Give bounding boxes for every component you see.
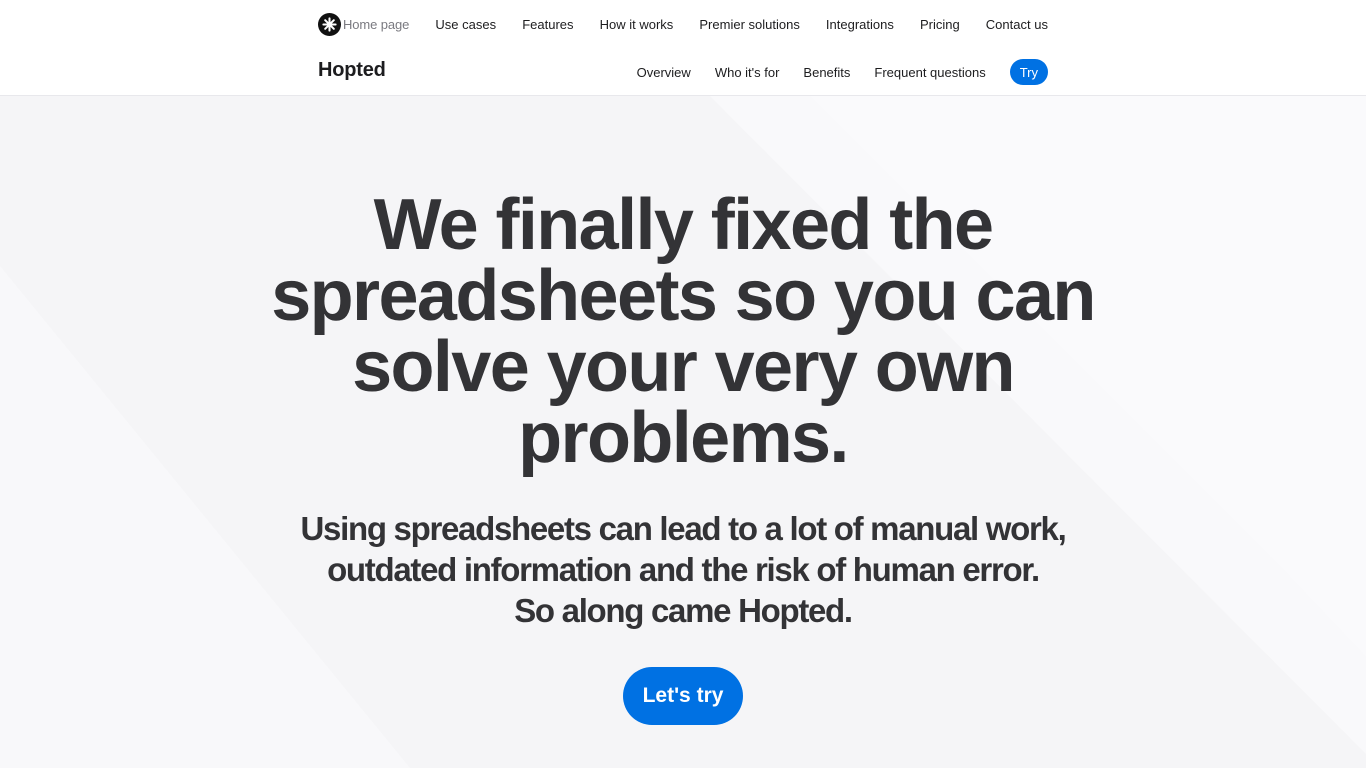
headline-line: problems. xyxy=(518,398,849,478)
hero-headline: We finally fixed the spreadsheets so you… xyxy=(0,185,1366,478)
nav-features[interactable]: Features xyxy=(522,17,573,32)
home-label: Home page xyxy=(343,16,410,32)
asterisk-logo-icon xyxy=(318,12,341,36)
nav-use-cases[interactable]: Use cases xyxy=(435,17,496,32)
lets-try-button[interactable]: Let's try xyxy=(623,667,743,725)
subnav-overview[interactable]: Overview xyxy=(637,65,691,80)
headline-line: solve your very own xyxy=(352,327,1015,407)
subnav-who-its-for[interactable]: Who it's for xyxy=(715,65,780,80)
hero-subhead: Using spreadsheets can lead to a lot of … xyxy=(0,508,1366,631)
headline-line: spreadsheets so you can xyxy=(271,256,1096,336)
product-name[interactable]: Hopted xyxy=(318,59,386,82)
subhead-line: Using spreadsheets can lead to a lot of … xyxy=(300,510,1067,547)
headline-line: We finally fixed the xyxy=(373,185,994,265)
subhead-line: So along came Hopted. xyxy=(514,592,853,629)
subnav-frequent-questions[interactable]: Frequent questions xyxy=(874,65,985,80)
home-link[interactable]: Home page xyxy=(318,12,410,36)
hero-section: We finally fixed the spreadsheets so you… xyxy=(0,96,1366,768)
global-nav: Home page Use cases Features How it work… xyxy=(0,0,1366,48)
nav-premier-solutions[interactable]: Premier solutions xyxy=(699,17,799,32)
product-sub-nav: Hopted Overview Who it's for Benefits Fr… xyxy=(0,48,1366,96)
nav-contact-us[interactable]: Contact us xyxy=(986,17,1048,32)
nav-pricing[interactable]: Pricing xyxy=(920,17,960,32)
subnav-benefits[interactable]: Benefits xyxy=(803,65,850,80)
global-nav-inner: Home page Use cases Features How it work… xyxy=(318,0,1048,48)
subhead-line: outdated information and the risk of hum… xyxy=(327,551,1040,588)
nav-integrations[interactable]: Integrations xyxy=(826,17,894,32)
sub-nav-links: Overview Who it's for Benefits Frequent … xyxy=(637,59,1048,85)
try-button[interactable]: Try xyxy=(1009,59,1048,85)
nav-how-it-works[interactable]: How it works xyxy=(600,17,674,32)
